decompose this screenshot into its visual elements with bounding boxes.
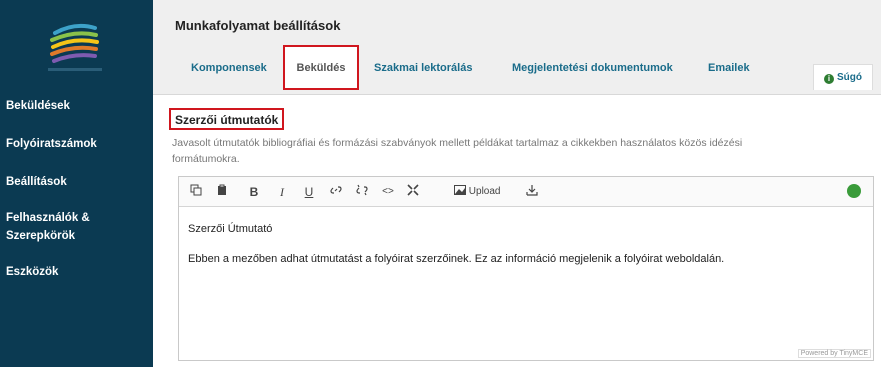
tab-submission-label: Beküldés — [296, 62, 346, 74]
description-line-1: Javasolt útmutatók bibliográfiai és form… — [172, 137, 743, 149]
code-icon[interactable]: <> — [379, 184, 397, 200]
sidebar-item-submissions[interactable]: Beküldések — [0, 97, 153, 115]
sidebar-item-tools[interactable]: Eszközök — [0, 263, 153, 281]
link-icon[interactable] — [327, 184, 345, 200]
editor-toolbar: B I U <> Upload — [179, 177, 873, 207]
upload-label: Upload — [468, 186, 501, 197]
rich-text-editor[interactable]: B I U <> Upload Szerzői Útmutató Ebben a… — [178, 176, 874, 361]
copy-icon[interactable] — [187, 184, 205, 200]
journal-logo[interactable] — [40, 18, 110, 78]
page-header: Munkafolyamat beállítások Komponensek Be… — [153, 0, 881, 95]
underline-icon[interactable]: U — [300, 184, 318, 200]
editor-heading: Szerzői Útmutató — [188, 223, 273, 235]
powered-by-label[interactable]: Powered by TinyMCE — [797, 349, 871, 358]
tab-components[interactable]: Komponensek — [191, 62, 267, 74]
help-button[interactable]: i Súgó — [813, 64, 873, 90]
upload-button[interactable]: Upload — [454, 184, 500, 200]
section-title: Szerzői útmutatók — [169, 108, 285, 130]
editor-paragraph: Ebben a mezőben adhat útmutatást a folyó… — [188, 253, 725, 265]
editor-content[interactable]: Szerzői Útmutató Ebben a mezőben adhat ú… — [179, 208, 873, 360]
italic-icon[interactable]: I — [273, 184, 291, 200]
sidebar-nav: Beküldések Folyóiratszámok Beállítások F… — [0, 97, 153, 281]
info-icon: i — [824, 74, 834, 84]
bold-icon[interactable]: B — [245, 184, 263, 200]
tab-submission[interactable]: Beküldés — [283, 45, 359, 90]
paste-icon[interactable] — [213, 184, 231, 200]
sidebar-item-settings[interactable]: Beállítások — [0, 173, 153, 191]
tab-emails[interactable]: Emailek — [708, 62, 750, 74]
sidebar-item-issues[interactable]: Folyóiratszámok — [0, 135, 153, 153]
sidebar-item-roles[interactable]: Szerepkörök — [0, 227, 153, 245]
section-description: Javasolt útmutatók bibliográfiai és form… — [172, 135, 822, 167]
unlink-icon[interactable] — [353, 184, 371, 200]
download-icon[interactable] — [523, 184, 541, 200]
description-line-2: formátumokra. — [172, 153, 240, 165]
tab-publication[interactable]: Megjelentetési dokumentumok — [512, 62, 673, 74]
tab-review[interactable]: Szakmai lektorálás — [374, 62, 472, 74]
sidebar-item-users[interactable]: Felhasználók & — [0, 209, 153, 227]
image-icon — [454, 185, 466, 195]
globe-icon[interactable] — [847, 184, 861, 198]
help-label: Súgó — [837, 72, 862, 83]
fullscreen-icon[interactable] — [404, 184, 422, 200]
sidebar: Beküldések Folyóiratszámok Beállítások F… — [0, 0, 153, 367]
page-title: Munkafolyamat beállítások — [175, 18, 341, 33]
